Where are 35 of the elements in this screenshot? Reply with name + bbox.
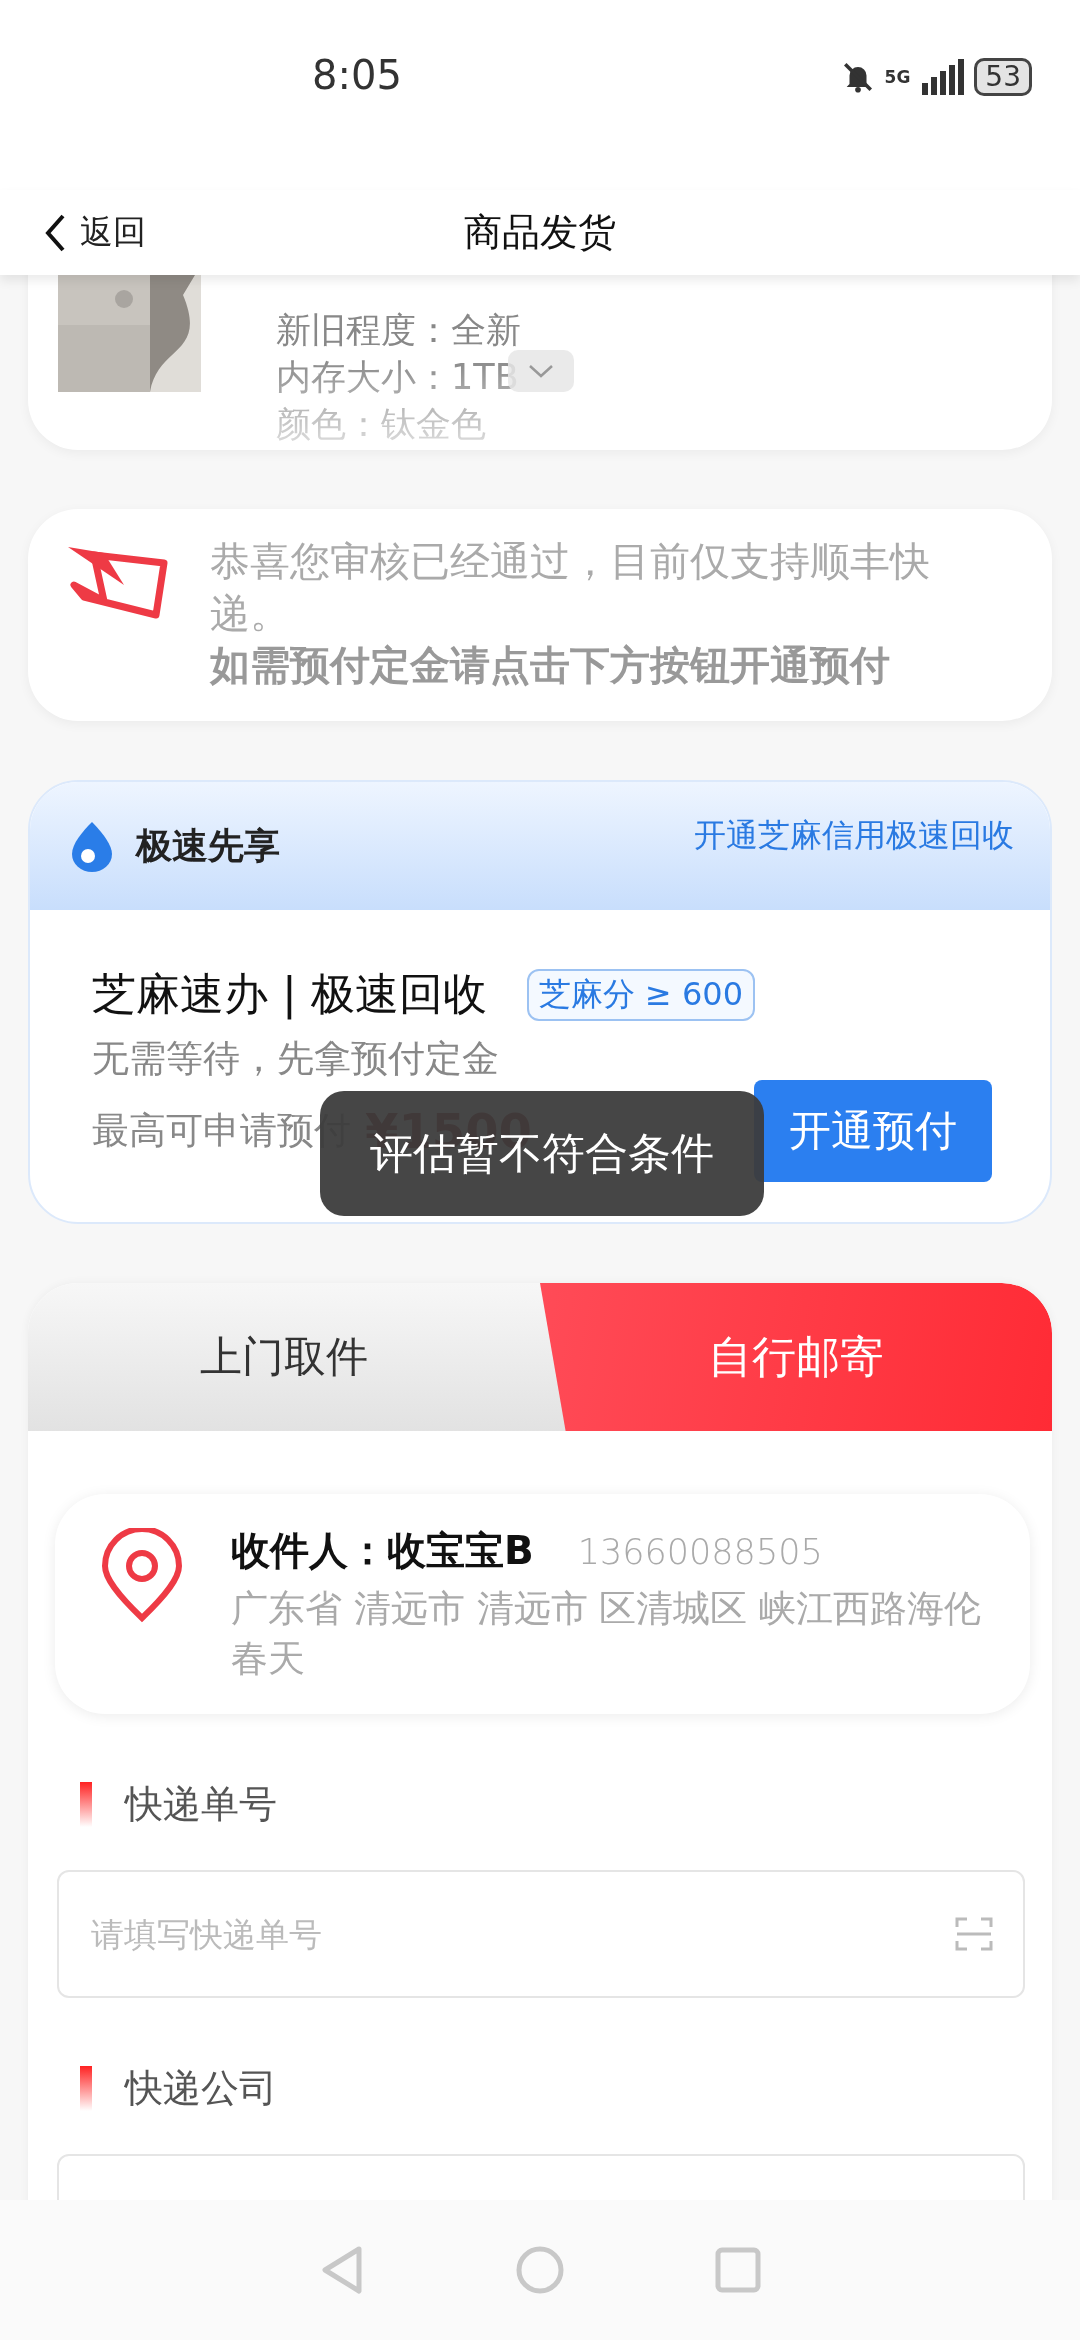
accent-bar [80,2066,92,2111]
product-spec: 颜色：钛金色 [276,403,486,446]
recipient-name: 收件人：收宝宝B [231,1527,534,1575]
recipient-phone: 13660088505 [577,1532,823,1572]
prepay-title: 极速先享 [136,823,280,868]
section-label: 快递公司 [125,2065,277,2112]
product-spec: 新旧程度：全新 [276,309,521,352]
prepay-heading: 芝麻速办 | 极速回收 [92,967,487,1022]
input-field[interactable]: 请填写快递单号 [57,1870,1025,1998]
shipping-tab[interactable]: 上门取件 [28,1283,540,1431]
battery-level: 53 [974,58,1032,96]
network-type: 5G [884,67,911,87]
address-card[interactable]: 收件人：收宝宝B 13660088505 广东省 清远市 清远市 区清城区 峡江西路海伦春天 [55,1494,1030,1714]
back-nav-icon[interactable] [319,2245,365,2295]
product-spec: 内存大小：1TB [276,356,519,399]
back-chevron-icon [44,212,66,253]
notice-emphasis: 如需预付定金请点击下方按钮开通预付 [210,641,891,690]
scan-icon[interactable] [955,1915,993,1953]
clock-time: 8:05 [312,52,402,98]
signal-icon [920,59,965,95]
back-button[interactable]: 返回 [44,210,146,255]
zhima-link[interactable]: 开通芝麻信用极速回收 [694,814,1014,858]
notice-text: 恭喜您审核已经通过，目前仅支持顺丰快递。 [210,537,931,638]
recents-nav-icon[interactable] [715,2247,761,2293]
home-nav-icon[interactable] [515,2245,565,2295]
recipient-address: 广东省 清远市 清远市 区清城区 峡江西路海伦春天 [231,1586,983,1682]
section-label: 快递单号 [125,1781,277,1828]
drop-icon [70,820,114,872]
accent-bar [80,1782,92,1827]
prepay-subtitle: 无需等待，先拿预付定金 [92,1036,500,1082]
shipping-tab[interactable]: 自行邮寄 [540,1283,1052,1431]
prepay-button[interactable]: 开通预付 [754,1080,992,1182]
score-badge: 芝麻分 ≥ 600 [526,968,756,1021]
page-title: 商品发货 [464,209,616,256]
chevron-icon [528,364,554,378]
